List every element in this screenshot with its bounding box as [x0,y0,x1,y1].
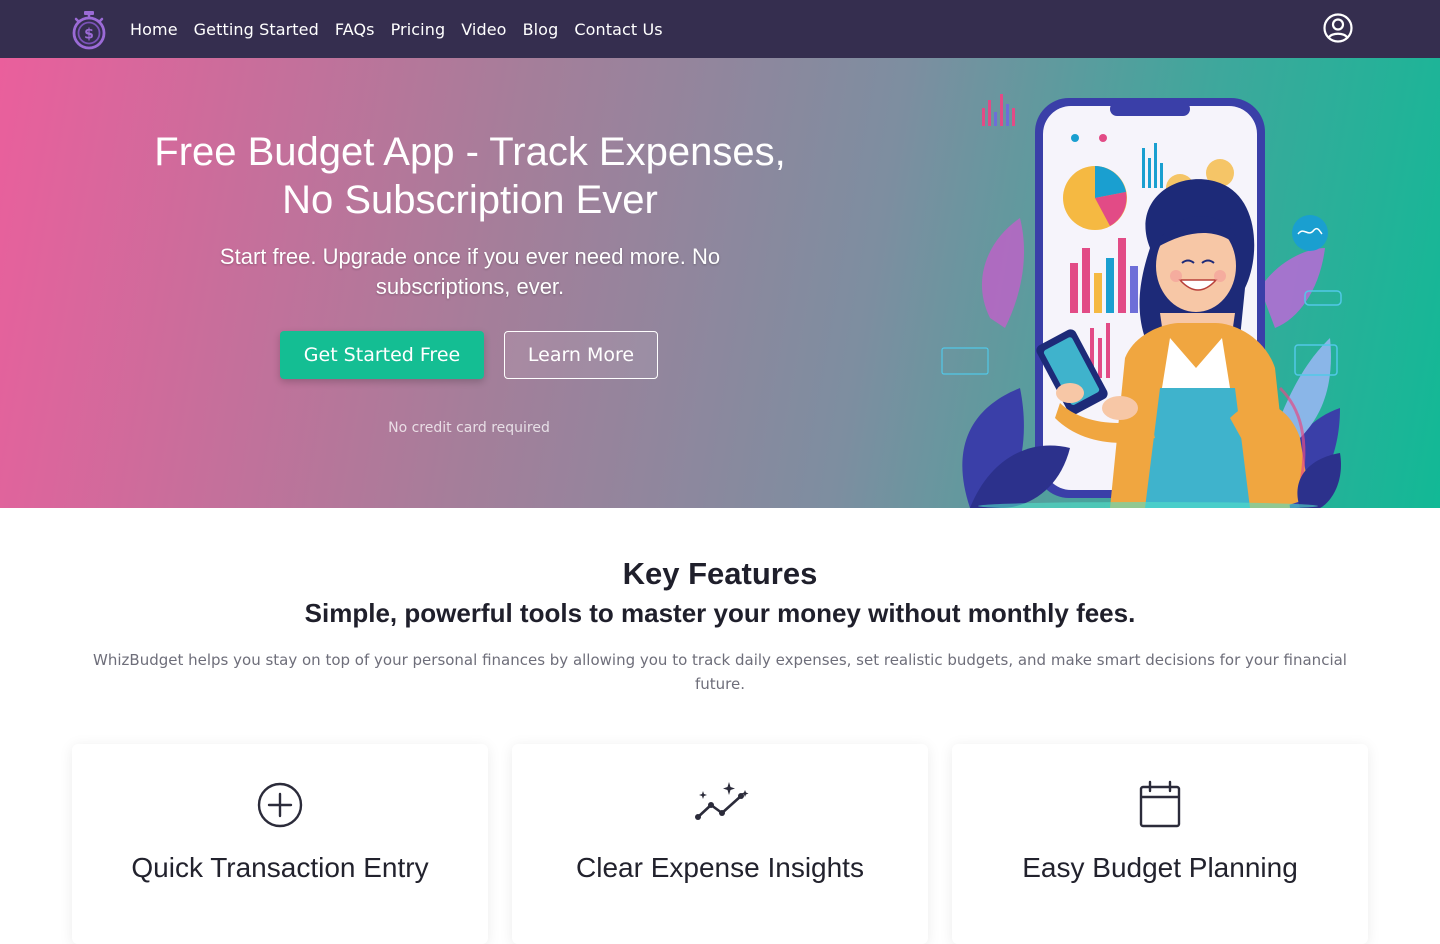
plus-circle-icon [255,780,305,830]
nav-blog[interactable]: Blog [515,20,567,39]
user-circle-icon[interactable] [1322,12,1354,44]
svg-text:$: $ [84,27,94,43]
learn-more-button[interactable]: Learn More [504,331,658,379]
get-started-free-button[interactable]: Get Started Free [280,331,484,379]
calendar-icon [1135,780,1185,830]
feature-card-title: Clear Expense Insights [576,852,864,883]
features-description: WhizBudget helps you stay on top of your… [93,651,1347,693]
features-title: Key Features [622,556,818,591]
feature-card-easy-budget-planning: Easy Budget Planning [952,744,1368,944]
feature-card-quick-transaction-entry: Quick Transaction Entry [72,744,488,944]
hero-title: Free Budget App - Track Expenses, No Sub… [120,128,820,224]
nav-faqs[interactable]: FAQs [327,20,383,39]
nav-getting-started[interactable]: Getting Started [186,20,327,39]
nav-video[interactable]: Video [453,20,514,39]
hero-section: Free Budget App - Track Expenses, No Sub… [0,58,1440,508]
nav-links: Home Getting Started FAQs Pricing Video … [122,0,671,58]
stopwatch-dollar-icon[interactable]: $ [70,10,108,50]
nav-contact-us[interactable]: Contact Us [566,20,670,39]
features-subtitle: Simple, powerful tools to master your mo… [304,598,1136,628]
feature-card-title: Quick Transaction Entry [131,852,429,883]
feature-card-clear-expense-insights: Clear Expense Insights [512,744,928,944]
nav-home[interactable]: Home [122,20,186,39]
feature-card-title: Easy Budget Planning [1022,852,1298,883]
hero-title-line-1: Free Budget App - Track Expenses, [154,130,786,174]
nav-pricing[interactable]: Pricing [383,20,454,39]
navbar: $ Home Getting Started FAQs Pricing Vide… [0,0,1440,58]
woman-holding-tablet-with-phone-charts-illustration [930,88,1360,508]
no-credit-card-note: No credit card required [388,420,550,436]
sparkle-line-chart-icon [695,780,749,830]
hero-title-line-2: No Subscription Ever [282,178,658,222]
hero-subtitle: Start free. Upgrade once if you ever nee… [219,244,721,299]
